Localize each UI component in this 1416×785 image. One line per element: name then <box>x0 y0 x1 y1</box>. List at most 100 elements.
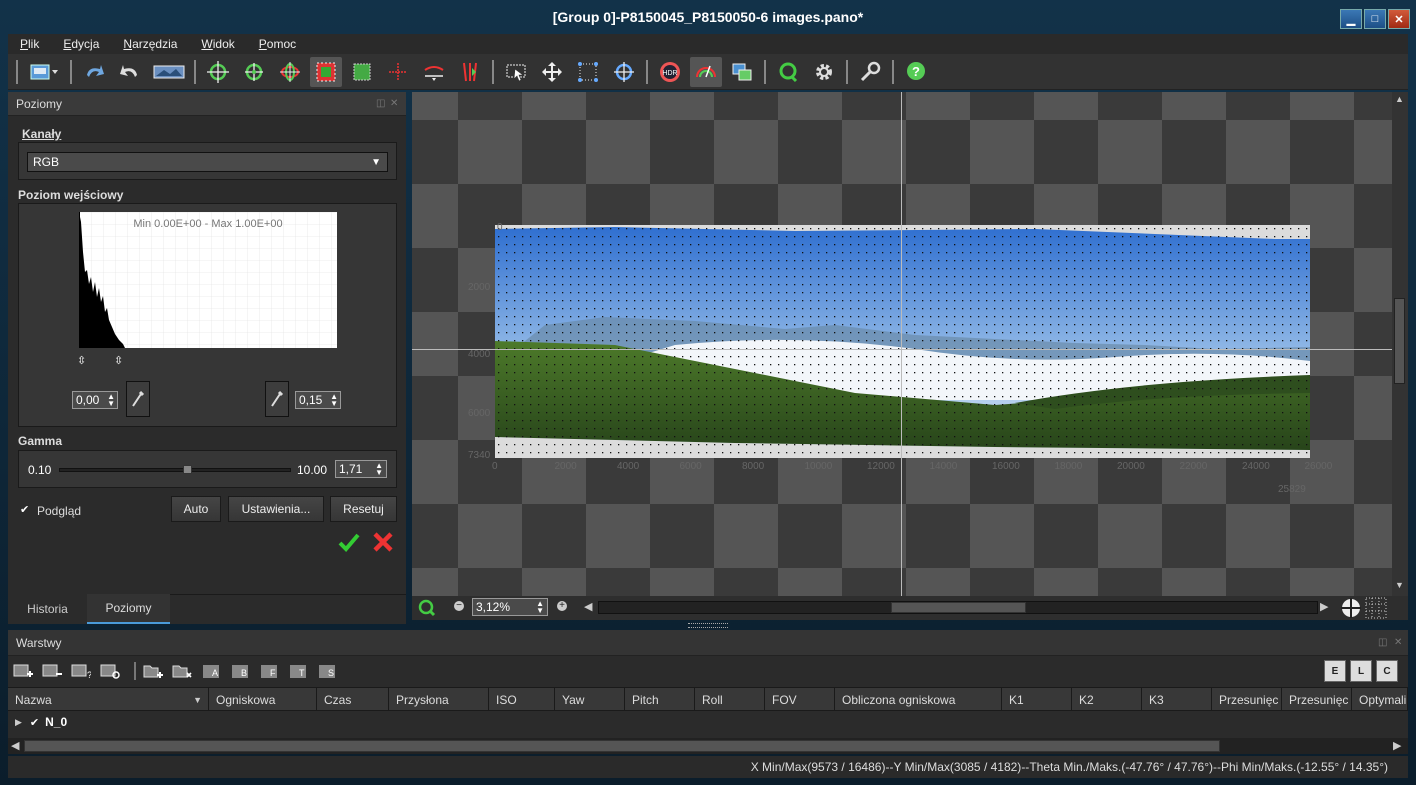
menu-pomoc[interactable]: Pomoc <box>247 37 308 51</box>
move-button[interactable] <box>536 57 568 87</box>
panorama-button[interactable] <box>150 57 188 87</box>
vertical-lines-button[interactable] <box>454 57 486 87</box>
max-input[interactable]: 0,15 ▲ ▼ <box>295 391 341 409</box>
column-header[interactable]: Yaw <box>555 688 625 710</box>
zoom-out-icon[interactable]: − <box>454 601 464 611</box>
float-icon[interactable]: ◫ <box>1378 637 1387 648</box>
column-header[interactable]: Przesunięc <box>1282 688 1352 710</box>
table-row[interactable]: ▶ ✔ N_0 <box>8 712 1408 732</box>
min-input[interactable]: 0,00 ▲ ▼ <box>72 391 118 409</box>
layer-properties-icon[interactable]: ? <box>70 661 92 681</box>
auto-button[interactable]: Auto <box>171 496 221 522</box>
menu-widok[interactable]: Widok <box>189 37 246 51</box>
layer-t-icon[interactable]: T <box>287 661 309 681</box>
vertical-scrollbar[interactable]: ▲ ▼ <box>1392 92 1408 596</box>
column-header[interactable]: Nazwa ▼ <box>8 688 209 710</box>
scroll-left-icon[interactable]: ◀ <box>584 600 592 613</box>
gamma-slider-track[interactable] <box>59 468 291 472</box>
zoom-refresh-button[interactable] <box>772 57 804 87</box>
remove-layer-icon[interactable] <box>41 661 63 681</box>
splitter-handle[interactable] <box>688 623 728 628</box>
redo-button[interactable] <box>114 57 146 87</box>
layer-f-icon[interactable]: F <box>258 661 280 681</box>
zoom-in-icon[interactable]: + <box>557 601 567 611</box>
images-button[interactable] <box>726 57 758 87</box>
horizontal-scrollbar[interactable] <box>598 601 1318 614</box>
menu-edycja[interactable]: Edycja <box>51 37 111 51</box>
horizontal-guide[interactable] <box>412 349 1396 350</box>
layers-horizontal-scrollbar[interactable]: ◀ ▶ <box>8 738 1408 754</box>
panorama-viewport[interactable]: 0 2000 4000 6000 8000 10000 12000 14000 16000 180… <box>412 92 1396 596</box>
float-icon[interactable]: ◫ <box>376 98 385 109</box>
column-header[interactable]: K1 <box>1002 688 1072 710</box>
new-document-button[interactable] <box>24 57 64 87</box>
scroll-up-icon[interactable]: ▲ <box>1395 94 1404 104</box>
horizon-button[interactable] <box>418 57 450 87</box>
add-layer-icon[interactable] <box>12 661 34 681</box>
layer-b-icon[interactable]: B <box>229 661 251 681</box>
help-button[interactable]: ? <box>900 57 932 87</box>
menu-narzedzia[interactable]: Narzędzia <box>111 37 189 51</box>
expand-arrow-icon[interactable]: ▶ <box>15 717 22 728</box>
reset-button[interactable]: Resetuj <box>330 496 397 522</box>
scroll-right-icon[interactable]: ▶ <box>1320 600 1328 613</box>
column-header[interactable]: Przesunięc <box>1212 688 1282 710</box>
column-header[interactable]: Ogniskowa <box>209 688 317 710</box>
crosshair-small-button[interactable] <box>238 57 270 87</box>
close-button[interactable]: ✕ <box>1388 9 1410 29</box>
tab-levels[interactable]: Poziomy <box>87 594 170 624</box>
hdr-button[interactable]: HDR <box>654 57 686 87</box>
vertical-guide[interactable] <box>901 92 902 596</box>
column-header[interactable]: K2 <box>1072 688 1142 710</box>
tab-history[interactable]: Historia <box>8 594 87 624</box>
undo-button[interactable] <box>78 57 110 87</box>
button-e[interactable]: E <box>1324 660 1346 682</box>
button-c[interactable]: C <box>1376 660 1398 682</box>
column-header[interactable]: Czas <box>317 688 389 710</box>
remove-group-icon[interactable] <box>171 661 193 681</box>
grid-toggle-icon[interactable] <box>1365 597 1387 619</box>
check-icon[interactable] <box>338 531 360 553</box>
cancel-x-icon[interactable] <box>372 531 394 553</box>
column-header[interactable]: K3 <box>1142 688 1212 710</box>
scroll-left-icon[interactable]: ◀ <box>11 739 19 752</box>
gamma-input[interactable]: 1,71 ▲ ▼ <box>335 460 387 478</box>
tools-button[interactable] <box>854 57 886 87</box>
layer-a-icon[interactable]: A <box>200 661 222 681</box>
add-group-icon[interactable] <box>142 661 164 681</box>
layer-visible-checkbox[interactable]: ✔ <box>30 716 39 729</box>
min-slider-handle[interactable]: ⇳ <box>77 354 86 367</box>
max-slider-handle[interactable]: ⇳ <box>114 354 123 367</box>
settings-button[interactable] <box>808 57 840 87</box>
center-button[interactable] <box>382 57 414 87</box>
fit-button[interactable] <box>346 57 378 87</box>
panorama-image[interactable] <box>495 225 1310 458</box>
close-panel-icon[interactable]: ✕ <box>1394 637 1402 648</box>
gamma-slider-handle[interactable] <box>182 465 192 474</box>
zoom-input[interactable]: 3,12% ▲ ▼ <box>472 598 548 616</box>
preview-checkbox[interactable]: ✔ <box>20 503 29 516</box>
grid-button[interactable] <box>572 57 604 87</box>
crop-button[interactable] <box>310 56 342 87</box>
scroll-down-icon[interactable]: ▼ <box>1395 580 1404 590</box>
column-header[interactable]: Optymali <box>1352 688 1408 710</box>
layer-refresh-icon[interactable] <box>99 661 121 681</box>
channel-select[interactable]: RGB ▼ <box>27 152 388 172</box>
settings-dialog-button[interactable]: Ustawienia... <box>228 496 324 522</box>
select-button[interactable] <box>500 57 532 87</box>
column-header[interactable]: Przysłona <box>389 688 489 710</box>
maximize-button[interactable]: □ <box>1364 9 1386 29</box>
column-header[interactable]: ISO <box>489 688 555 710</box>
black-point-picker[interactable] <box>126 381 150 417</box>
close-panel-icon[interactable]: ✕ <box>390 98 398 109</box>
column-header[interactable]: Obliczona ogniskowa <box>835 688 1002 710</box>
column-header[interactable]: Roll <box>695 688 765 710</box>
column-header[interactable]: FOV <box>765 688 835 710</box>
layers-scroll-thumb[interactable] <box>24 740 1220 752</box>
vertical-scroll-thumb[interactable] <box>1394 298 1405 384</box>
scroll-right-icon[interactable]: ▶ <box>1393 739 1401 752</box>
crosshair-toggle-icon[interactable] <box>1340 597 1362 619</box>
button-l[interactable]: L <box>1350 660 1372 682</box>
levels-button[interactable] <box>690 56 722 87</box>
crosshair-button[interactable] <box>202 57 234 87</box>
